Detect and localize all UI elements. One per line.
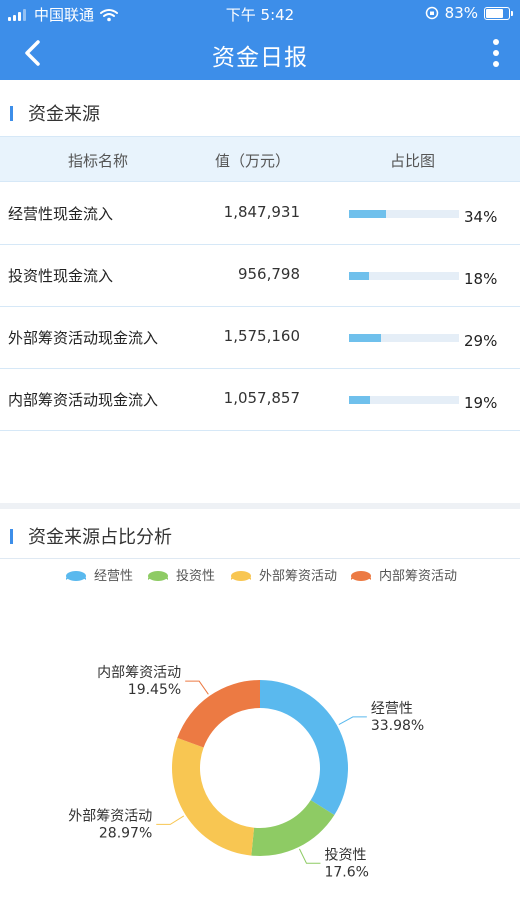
ratio-bar-fill	[349, 334, 381, 342]
table-row[interactable]: 外部筹资活动现金流入 1,575,160 29%	[0, 307, 520, 369]
legend-item[interactable]: 投资性	[146, 565, 215, 584]
row-percent: 34%	[464, 208, 498, 226]
status-bar: 中国联通 下午 5:42 83%	[0, 0, 520, 26]
legend-label: 内部筹资活动	[379, 569, 458, 584]
label-leader-line	[298, 848, 321, 864]
section-accent-bar	[10, 529, 13, 544]
row-name: 外部筹资活动现金流入	[8, 329, 159, 347]
donut-slice[interactable]	[172, 737, 255, 856]
row-value: 1,057,857	[223, 389, 300, 407]
ratio-bar-fill	[349, 396, 370, 404]
row-name: 经营性现金流入	[8, 205, 114, 223]
table-row[interactable]: 经营性现金流入 1,847,931 34%	[0, 183, 520, 245]
row-name: 投资性现金流入	[8, 267, 114, 285]
legend-item[interactable]: 经营性	[64, 565, 133, 584]
column-header-value: 值（万元）	[215, 152, 291, 170]
legend-label: 外部筹资活动	[259, 569, 338, 584]
ratio-bar-track	[349, 396, 459, 404]
ratio-bar-fill	[349, 272, 369, 280]
ratio-bar-track	[349, 334, 459, 342]
slice-category-label: 投资性	[324, 847, 366, 863]
sources-section-header: 资金来源	[0, 86, 520, 136]
column-header-ratio: 占比图	[390, 152, 436, 170]
table-row[interactable]: 内部筹资活动现金流入 1,057,857 19%	[0, 369, 520, 431]
ratio-bar-fill	[349, 210, 387, 218]
table-row[interactable]: 投资性现金流入 956,798 18%	[0, 245, 520, 307]
section-accent-bar	[10, 106, 13, 121]
page-title: 资金日报	[212, 45, 308, 71]
rotation-lock-icon	[425, 6, 438, 20]
slice-percent-label: 28.97%	[99, 825, 152, 841]
row-percent: 19%	[464, 394, 498, 412]
label-leader-line	[156, 815, 185, 825]
donut-chart: 经营性33.98% 投资性17.6% 外部筹资活动28.97% 内部筹资活动19.45…	[68, 664, 424, 880]
legend-item[interactable]: 内部筹资活动	[349, 565, 457, 584]
row-value: 1,575,160	[223, 327, 300, 345]
analysis-section-title: 资金来源占比分析	[28, 527, 172, 548]
donut-slice[interactable]	[251, 800, 335, 856]
slice-percent-label: 17.6%	[324, 864, 368, 880]
legend-label: 经营性	[94, 569, 134, 584]
donut-slice[interactable]	[260, 680, 348, 816]
section-divider	[0, 558, 520, 559]
legend-item[interactable]: 外部筹资活动	[229, 565, 337, 584]
slice-percent-label: 19.45%	[128, 682, 181, 698]
table-header: 指标名称 值（万元） 占比图	[0, 136, 520, 182]
label-leader-line	[185, 680, 209, 695]
row-value: 956,798	[237, 265, 300, 283]
label-leader-line	[338, 716, 367, 726]
sources-section-title: 资金来源	[28, 104, 100, 125]
battery-percent: 83%	[444, 4, 478, 22]
row-name: 内部筹资活动现金流入	[8, 391, 159, 409]
battery-icon	[484, 6, 513, 20]
legend-swatch	[148, 570, 168, 581]
legend-swatch	[231, 570, 251, 581]
row-percent: 18%	[464, 270, 498, 288]
legend-swatch	[66, 570, 86, 581]
ratio-bar-track	[349, 272, 459, 280]
legend-label: 投资性	[176, 569, 216, 584]
slice-category-label: 内部筹资活动	[97, 664, 181, 681]
analysis-section-header: 资金来源占比分析	[0, 509, 520, 559]
chart-legend: 经营性 投资性 外部筹资活动 内部筹资活动	[0, 563, 520, 585]
nav-bar: 资金日报	[0, 26, 520, 80]
slice-category-label: 经营性	[371, 701, 413, 717]
row-percent: 29%	[464, 332, 498, 350]
column-header-name: 指标名称	[68, 152, 129, 170]
more-menu-icon[interactable]	[490, 38, 502, 68]
donut-slice[interactable]	[177, 680, 260, 748]
slice-percent-label: 33.98%	[371, 718, 424, 734]
row-value: 1,847,931	[223, 203, 300, 221]
legend-swatch	[351, 570, 371, 581]
slice-category-label: 外部筹资活动	[68, 807, 152, 824]
ratio-bar-track	[349, 210, 459, 218]
